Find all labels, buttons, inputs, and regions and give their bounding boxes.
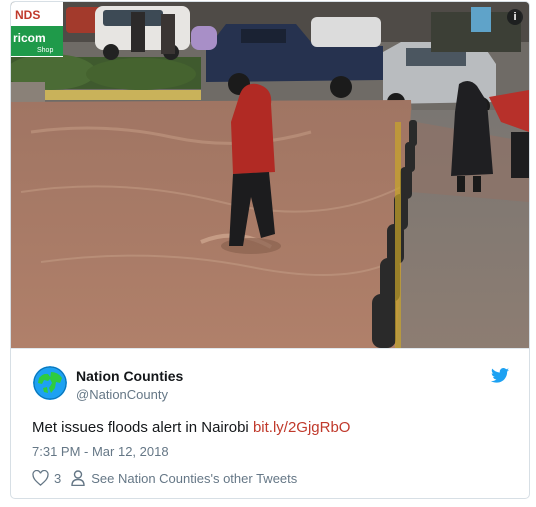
see-other-tweets-link[interactable]: See Nation Counties's other Tweets	[91, 471, 297, 486]
display-name[interactable]: Nation Counties	[76, 368, 183, 384]
heart-icon[interactable]	[32, 470, 49, 486]
tweet-photo[interactable]: NDS ricom Shop i	[11, 2, 529, 348]
user-handle[interactable]: @NationCounty	[76, 387, 168, 402]
globe-avatar[interactable]	[33, 366, 67, 400]
tweet-link[interactable]: bit.ly/2GjgRbO	[253, 419, 351, 436]
tweet-meta: Nation Counties @NationCounty Met issues…	[11, 348, 529, 498]
tweet-card[interactable]: NDS ricom Shop i Nation Counties @Nation…	[10, 1, 530, 499]
info-icon[interactable]: i	[507, 9, 523, 25]
flood-scene-image: NDS ricom Shop	[11, 2, 529, 348]
banner-text-small: Shop	[37, 47, 53, 54]
tweet-actions: 3 See Nation Counties's other Tweets	[32, 469, 297, 487]
tweet-text: Met issues floods alert in Nairobi bit.l…	[32, 419, 350, 436]
person-icon	[71, 470, 85, 486]
tweet-timestamp[interactable]: 7:31 PM - Mar 12, 2018	[32, 444, 169, 459]
banner-text-top: NDS	[15, 8, 40, 22]
like-count[interactable]: 3	[54, 471, 61, 486]
banner-text-bottom: ricom	[13, 31, 46, 45]
tweet-body: Met issues floods alert in Nairobi	[32, 419, 249, 436]
twitter-bird-icon[interactable]	[491, 368, 509, 383]
